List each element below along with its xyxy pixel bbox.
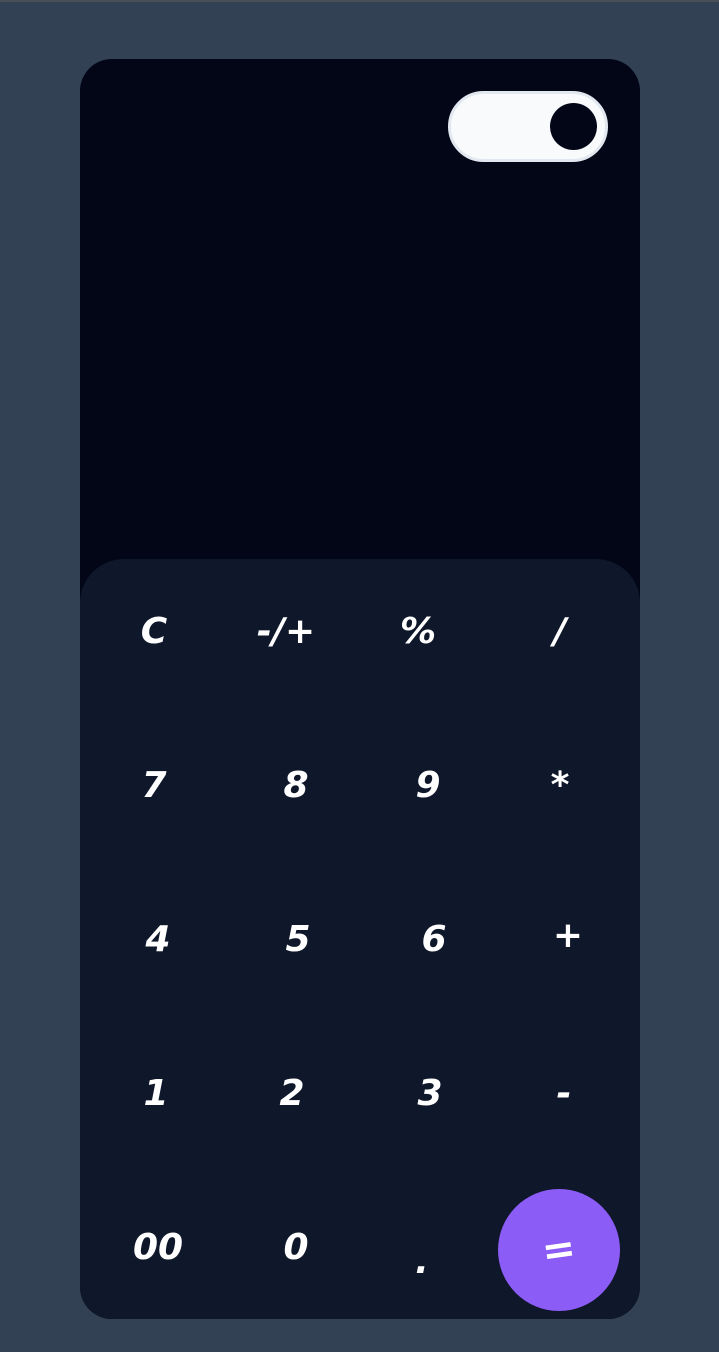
key-clear[interactable]: C xyxy=(94,581,214,681)
key-00[interactable]: 00 xyxy=(98,1197,218,1297)
display-panel xyxy=(80,59,640,559)
key-divide[interactable]: / xyxy=(500,581,620,681)
equals-label: = xyxy=(539,1224,579,1276)
key-2[interactable]: 2 xyxy=(232,1043,352,1143)
key-equals[interactable]: = xyxy=(498,1189,620,1311)
key-7[interactable]: 7 xyxy=(94,735,214,835)
toggle-knob[interactable] xyxy=(550,103,597,150)
calculator: C -/+ % / 7 8 9 * 4 5 6 + 1 2 3 - 00 0 .… xyxy=(80,59,640,1319)
window-top-border xyxy=(0,0,719,2)
key-subtract[interactable]: - xyxy=(504,1043,624,1143)
key-6[interactable]: 6 xyxy=(374,889,494,989)
key-0[interactable]: 0 xyxy=(236,1197,356,1297)
key-8[interactable]: 8 xyxy=(236,735,356,835)
key-1[interactable]: 1 xyxy=(96,1043,216,1143)
key-decimal[interactable]: . xyxy=(362,1211,482,1311)
key-percent[interactable]: % xyxy=(358,581,478,681)
key-3[interactable]: 3 xyxy=(370,1043,490,1143)
key-5[interactable]: 5 xyxy=(238,889,358,989)
key-negate[interactable]: -/+ xyxy=(226,581,346,681)
keypad: C -/+ % / 7 8 9 * 4 5 6 + 1 2 3 - 00 0 .… xyxy=(80,559,640,1319)
key-add[interactable]: + xyxy=(508,885,628,985)
key-9[interactable]: 9 xyxy=(368,735,488,835)
theme-toggle[interactable] xyxy=(448,91,608,162)
key-multiply[interactable]: * xyxy=(500,735,620,835)
key-4[interactable]: 4 xyxy=(98,889,218,989)
